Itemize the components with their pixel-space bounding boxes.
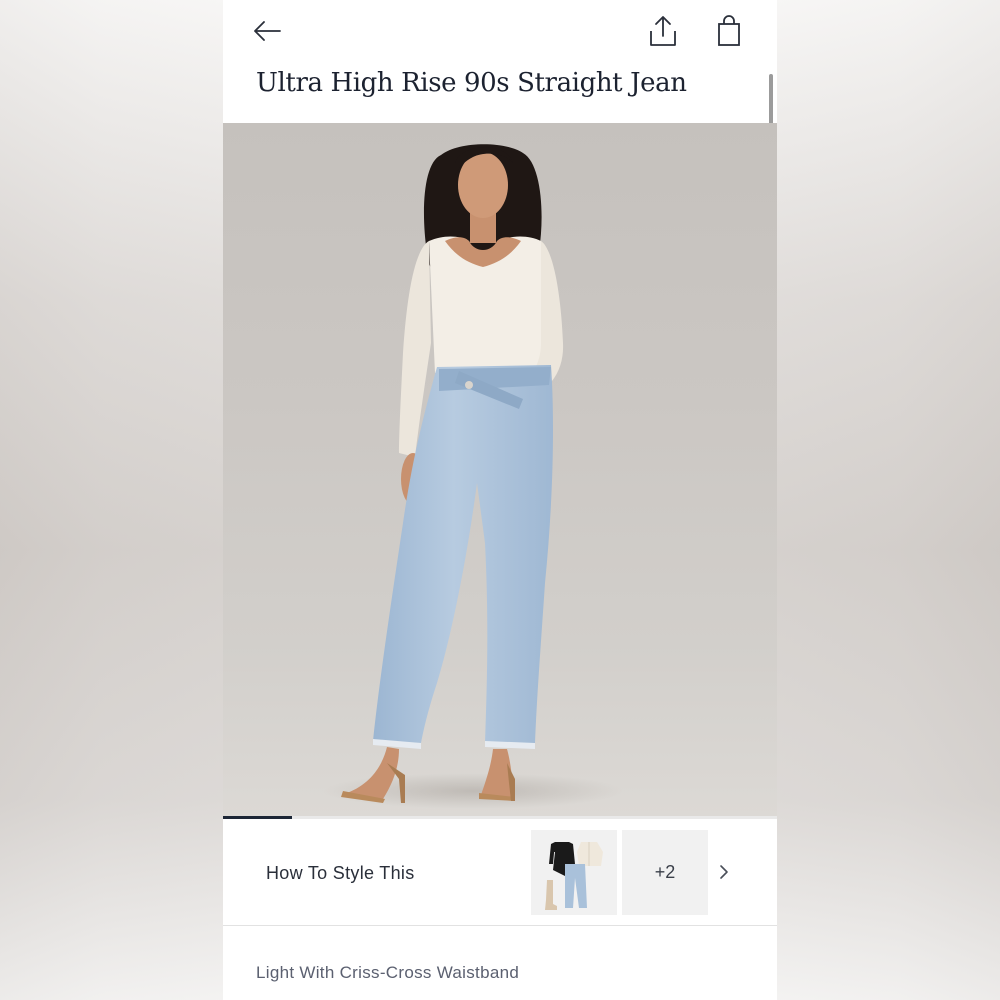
outfit-image	[545, 842, 603, 910]
share-icon	[650, 16, 676, 46]
how-to-style-section[interactable]: How To Style This +2	[223, 819, 777, 926]
back-button[interactable]	[251, 14, 283, 48]
product-title: Ultra High Rise 90s Straight Jean	[256, 68, 687, 98]
more-outfits-button[interactable]: +2	[622, 830, 708, 915]
selected-color-name: Light With Criss-Cross Waistband	[256, 963, 520, 982]
chevron-right-icon[interactable]	[718, 863, 730, 881]
shopping-bag-button[interactable]	[713, 14, 745, 48]
product-image-carousel[interactable]	[223, 123, 777, 817]
background-blur-right	[777, 0, 1000, 1000]
outfit-thumbnail[interactable]	[531, 830, 617, 915]
top-navigation-bar	[223, 0, 777, 62]
product-page: Ultra High Rise 90s Straight Jean How To…	[223, 0, 777, 1000]
share-button[interactable]	[647, 14, 679, 48]
shopping-bag-icon	[718, 15, 740, 46]
product-photo	[323, 144, 623, 809]
how-to-style-label: How To Style This	[266, 863, 415, 883]
arrow-left-icon	[254, 21, 281, 41]
background-blur-left	[0, 0, 223, 1000]
